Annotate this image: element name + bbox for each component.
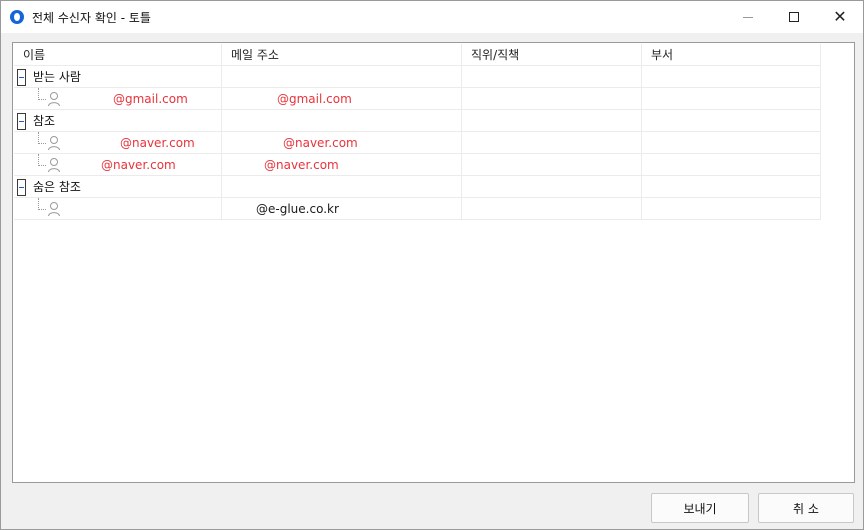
person-icon xyxy=(48,158,60,173)
send-button[interactable]: 보내기 xyxy=(651,493,749,523)
empty-cell xyxy=(642,110,821,132)
name-cell: @naver.com xyxy=(14,154,222,176)
person-icon xyxy=(48,202,60,217)
email-cell: @gmail.com xyxy=(222,88,462,110)
email-cell: @naver.com xyxy=(222,132,462,154)
collapse-toggle-icon[interactable] xyxy=(17,179,26,196)
cancel-button[interactable]: 취 소 xyxy=(758,493,854,523)
column-header-email[interactable]: 메일 주소 xyxy=(222,44,462,66)
group-row-cc[interactable]: 참조 xyxy=(14,110,821,132)
empty-cell xyxy=(222,66,462,88)
tree-connector xyxy=(38,132,46,144)
recipient-confirm-dialog: 전체 수신자 확인 - 토틀 ✕ 이름 메일 주소 직위/직책 부서 받는 사람 xyxy=(0,0,864,530)
recipient-email: @e-glue.co.kr xyxy=(256,202,339,216)
group-label-to: 받는 사람 xyxy=(33,70,81,84)
title-cell xyxy=(462,132,642,154)
dept-cell xyxy=(642,154,821,176)
empty-cell xyxy=(462,176,642,198)
title-cell xyxy=(462,154,642,176)
dept-cell xyxy=(642,88,821,110)
group-cell: 참조 xyxy=(14,110,222,132)
email-cell: @e-glue.co.kr xyxy=(222,198,462,220)
name-cell: @naver.com xyxy=(14,132,222,154)
recipient-row[interactable]: @naver.com @naver.com xyxy=(14,154,821,176)
recipient-name: @naver.com xyxy=(120,136,195,150)
recipient-grid[interactable]: 이름 메일 주소 직위/직책 부서 받는 사람 @gmail.com @gmai… xyxy=(12,42,855,483)
person-icon xyxy=(48,92,60,107)
close-button[interactable]: ✕ xyxy=(817,1,863,33)
group-label-bcc: 숨은 참조 xyxy=(33,180,81,194)
collapse-toggle-icon[interactable] xyxy=(17,69,26,86)
dept-cell xyxy=(642,132,821,154)
grid-header: 이름 메일 주소 직위/직책 부서 xyxy=(14,44,821,66)
close-icon: ✕ xyxy=(833,7,847,26)
empty-cell xyxy=(462,66,642,88)
recipient-row[interactable]: @naver.com @naver.com xyxy=(14,132,821,154)
group-cell: 받는 사람 xyxy=(14,66,222,88)
tree-connector xyxy=(38,154,46,166)
recipient-email: @gmail.com xyxy=(277,92,352,106)
email-cell: @naver.com xyxy=(222,154,462,176)
empty-cell xyxy=(222,176,462,198)
minimize-button[interactable] xyxy=(725,1,771,33)
dept-cell xyxy=(642,198,821,220)
title-cell xyxy=(462,198,642,220)
person-icon xyxy=(48,136,60,151)
title-bar: 전체 수신자 확인 - 토틀 ✕ xyxy=(1,1,863,33)
collapse-toggle-icon[interactable] xyxy=(17,113,26,130)
minimize-icon xyxy=(743,16,753,18)
recipient-email: @naver.com xyxy=(283,136,358,150)
recipient-name: @gmail.com xyxy=(113,92,188,106)
empty-cell xyxy=(642,66,821,88)
name-cell: @gmail.com xyxy=(14,88,222,110)
empty-cell xyxy=(222,110,462,132)
name-cell xyxy=(14,198,222,220)
group-cell: 숨은 참조 xyxy=(14,176,222,198)
column-header-title[interactable]: 직위/직책 xyxy=(462,44,642,66)
title-cell xyxy=(462,88,642,110)
app-logo-icon xyxy=(10,10,24,24)
recipient-name: @naver.com xyxy=(101,158,176,172)
maximize-icon xyxy=(789,12,799,22)
group-row-to[interactable]: 받는 사람 xyxy=(14,66,821,88)
recipient-email: @naver.com xyxy=(264,158,339,172)
empty-cell xyxy=(642,176,821,198)
window-title: 전체 수신자 확인 - 토틀 xyxy=(32,11,151,25)
empty-cell xyxy=(462,110,642,132)
tree-connector xyxy=(38,88,46,100)
recipient-row[interactable]: @e-glue.co.kr xyxy=(14,198,821,220)
recipient-row[interactable]: @gmail.com @gmail.com xyxy=(14,88,821,110)
tree-connector xyxy=(38,198,46,210)
maximize-button[interactable] xyxy=(771,1,817,33)
group-label-cc: 참조 xyxy=(33,114,56,128)
column-header-name[interactable]: 이름 xyxy=(14,44,222,66)
group-row-bcc[interactable]: 숨은 참조 xyxy=(14,176,821,198)
column-header-dept[interactable]: 부서 xyxy=(642,44,821,66)
